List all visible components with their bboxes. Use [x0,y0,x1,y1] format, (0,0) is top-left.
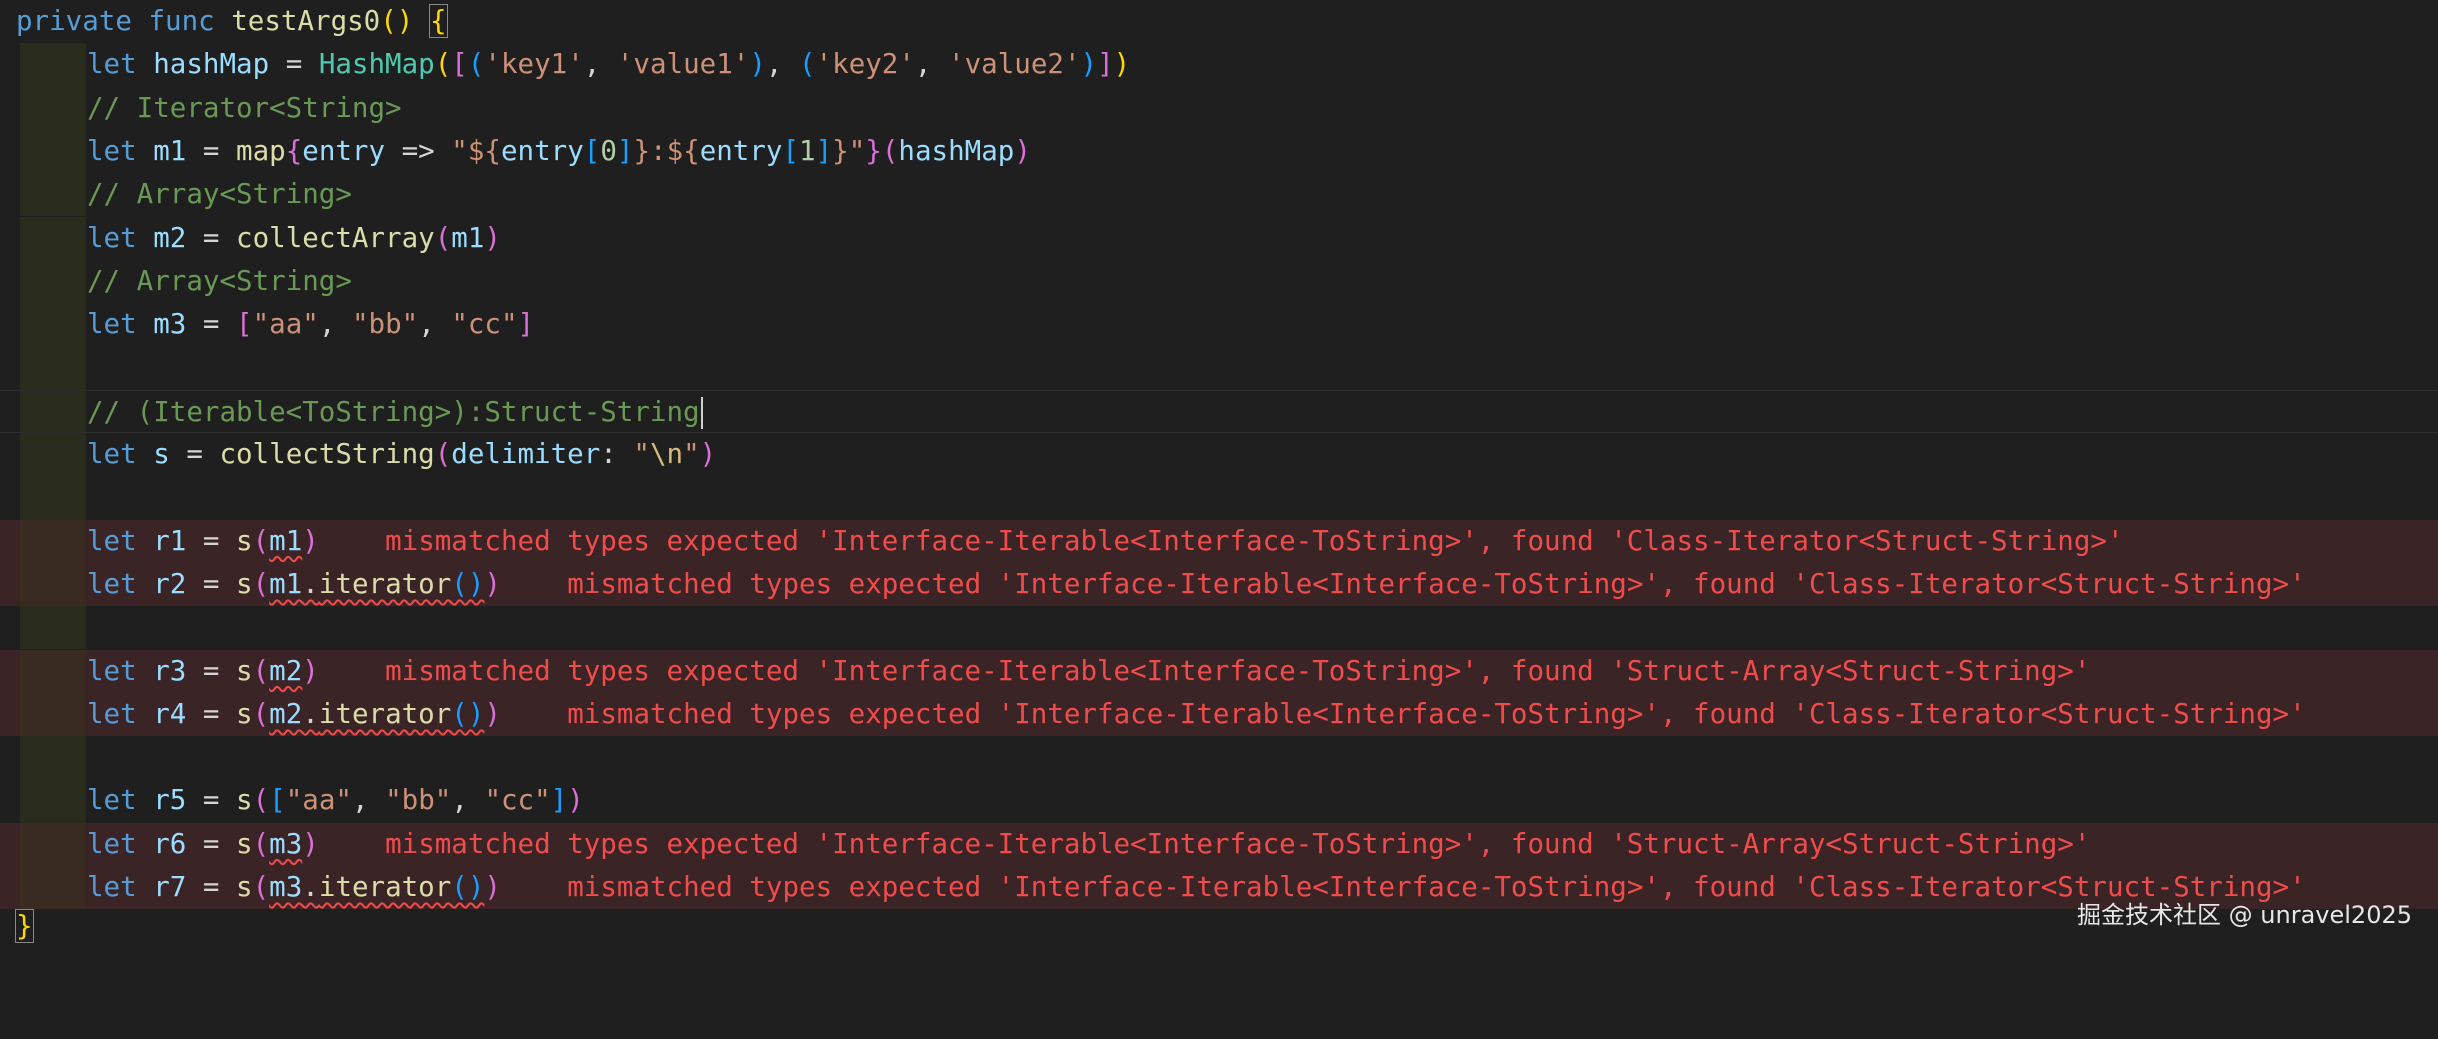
code-line-r3-error[interactable]: let r3 = s(m2) mismatched types expected… [0,649,2438,693]
code-line-blank[interactable] [0,606,2438,650]
code-line-hashmap[interactable]: let hashMap = HashMap([('key1', 'value1'… [0,43,2438,87]
code-line-r4-error[interactable]: let r4 = s(m2.iterator()) mismatched typ… [0,692,2438,737]
code-editor[interactable]: private func testArgs0() { let hashMap =… [0,0,2438,948]
code-comment[interactable]: // Array<String> [0,173,2438,217]
inline-error-message: mismatched types expected 'Interface-Ite… [567,697,2306,730]
code-line-r1-error[interactable]: let r1 = s(m1) mismatched types expected… [0,519,2438,563]
inline-error-message: mismatched types expected 'Interface-Ite… [385,524,2124,557]
code-line-m1[interactable]: let m1 = map{entry => "${entry[0]}:${ent… [0,129,2438,174]
inline-error-message: mismatched types expected 'Interface-Ite… [567,871,2306,903]
code-line-blank[interactable] [0,736,2438,780]
code-line-blank[interactable] [0,346,2438,390]
inline-error-message: mismatched types expected 'Interface-Ite… [567,567,2306,600]
code-line-s[interactable]: let s = collectString(delimiter: "\n") [0,433,2438,477]
code-line-r5[interactable]: let r5 = s(["aa", "bb", "cc"]) [0,779,2438,823]
text-cursor [700,396,703,429]
inline-error-message: mismatched types expected 'Interface-Ite… [385,654,2091,687]
code-line-function-header[interactable]: private func testArgs0() { [0,0,2438,43]
code-line-r2-error[interactable]: let r2 = s(m1.iterator()) mismatched typ… [0,562,2438,607]
inline-error-message: mismatched types expected 'Interface-Ite… [385,827,2091,860]
code-line-r6-error[interactable]: let r6 = s(m3) mismatched types expected… [0,822,2438,866]
code-line-r7-error[interactable]: let r7 = s(m3.iterator()) mismatched typ… [0,866,2438,910]
code-line-m2[interactable]: let m2 = collectArray(m1) [0,216,2438,260]
watermark: 掘金技术社区 @ unravel2025 [2077,901,2412,929]
code-comment[interactable]: // Array<String> [0,259,2438,304]
code-line-m3[interactable]: let m3 = ["aa", "bb", "cc"] [0,303,2438,347]
code-line-current[interactable]: // (Iterable<ToString>):Struct-String [0,389,2438,433]
code-line-blank[interactable] [0,476,2438,520]
code-line-closing-brace[interactable]: } [0,905,2438,948]
code-comment[interactable]: // Iterator<String> [0,86,2438,130]
